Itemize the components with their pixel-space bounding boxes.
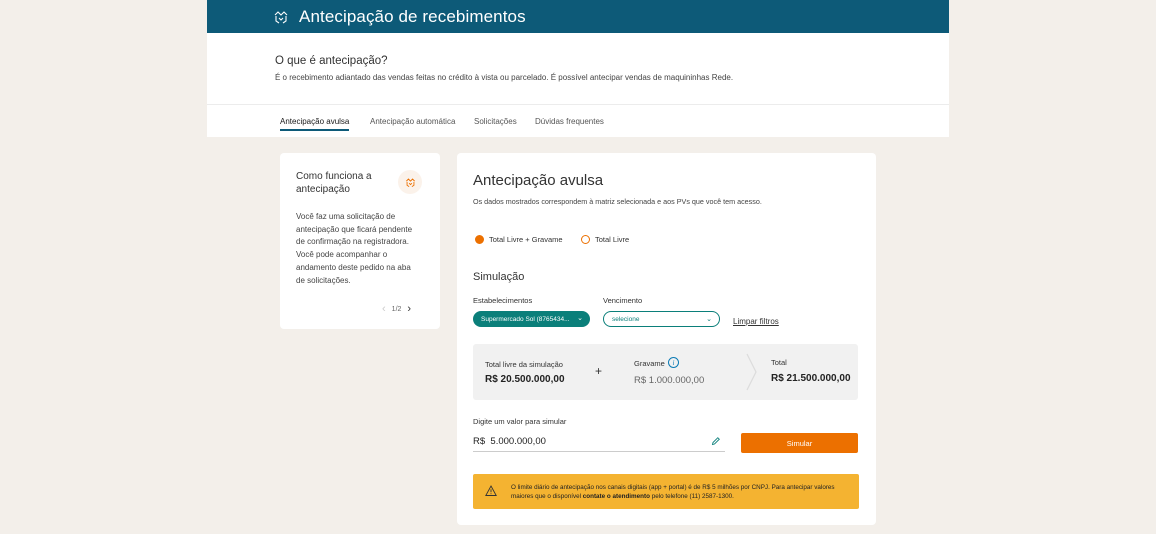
handshake-icon	[398, 170, 422, 194]
pager-indicator: 1/2	[391, 305, 402, 313]
limit-alert: O limite diário de antecipação nos canai…	[473, 474, 859, 509]
tab-duvidas-frequentes[interactable]: Dúvidas frequentes	[535, 117, 604, 126]
venc-select-value: selecione	[612, 315, 640, 323]
gravame-label: Gravame	[634, 359, 665, 368]
contact-support-text: contate o atendimento	[582, 493, 650, 501]
info-question: O que é antecipação?	[275, 55, 388, 67]
chevron-right-icon[interactable]: ›	[407, 303, 411, 315]
info-icon[interactable]: i	[668, 357, 679, 368]
info-section: O que é antecipação? É o recebimento adi…	[207, 33, 949, 104]
section-subtitle: Os dados mostrados correspondem à matriz…	[473, 197, 762, 206]
amount-input-label: Digite um valor para simular	[473, 417, 567, 426]
chevron-down-icon: ⌄	[577, 315, 583, 322]
clear-filters-link[interactable]: Limpar filtros	[733, 317, 779, 326]
amount-input[interactable]	[473, 432, 725, 452]
warning-icon	[485, 485, 497, 496]
simulate-button[interactable]: Simular	[741, 433, 858, 453]
section-title: Antecipação avulsa	[473, 172, 604, 189]
info-description: É o recebimento adiantado das vendas fei…	[275, 73, 734, 82]
total-value: R$ 21.500.000,00	[771, 373, 851, 384]
radio-total-livre[interactable]: Total Livre	[581, 235, 629, 244]
simulation-title: Simulação	[473, 271, 525, 283]
how-it-works-title: Como funciona a antecipação	[296, 171, 372, 195]
chevron-down-icon: ⌄	[706, 316, 712, 323]
summary-panel: Total livre da simulação R$ 20.500.000,0…	[473, 344, 858, 400]
tab-bar: Antecipação avulsa Antecipação automátic…	[207, 104, 949, 137]
radio-label: Total Livre	[595, 235, 630, 244]
header-bar: Antecipação de recebimentos	[207, 0, 949, 33]
radio-total-livre-gravame[interactable]: Total Livre + Gravame	[475, 235, 563, 244]
estab-label: Estabelecimentos	[473, 296, 533, 305]
radio-label: Total Livre + Gravame	[489, 235, 563, 244]
simulation-card: Antecipação avulsa Os dados mostrados co…	[457, 153, 876, 525]
tab-antecipacao-automatica[interactable]: Antecipação automática	[370, 117, 455, 126]
page-title: Antecipação de recebimentos	[299, 6, 526, 26]
estab-select-value: Supermercado Sol (8765434...	[481, 315, 570, 323]
chevron-left-icon[interactable]: ‹	[382, 303, 386, 315]
chevron-right-icon	[746, 353, 757, 391]
plus-sign: +	[595, 364, 603, 378]
tab-solicitacoes[interactable]: Solicitações	[474, 117, 517, 126]
pencil-icon[interactable]	[711, 436, 721, 446]
how-it-works-card: Como funciona a antecipação Você faz uma…	[280, 153, 440, 329]
free-total-label: Total livre da simulação	[485, 360, 563, 369]
venc-label: Vencimento	[603, 296, 643, 305]
card-pager: ‹ 1/2 ›	[382, 303, 411, 315]
radio-dot[interactable]	[581, 235, 590, 244]
gravame-value: R$ 1.000.000,00	[634, 375, 705, 386]
free-total-value: R$ 20.500.000,00	[485, 374, 565, 385]
alert-text: O limite diário de antecipação nos canai…	[511, 484, 835, 501]
how-it-works-body: Você faz uma solicitação de antecipação …	[296, 212, 413, 285]
handshake-icon	[273, 9, 289, 25]
estab-select[interactable]: Supermercado Sol (8765434... ⌄	[473, 311, 590, 327]
total-label: Total	[771, 358, 787, 367]
venc-select[interactable]: selecione ⌄	[603, 311, 720, 327]
tab-antecipacao-avulsa[interactable]: Antecipação avulsa	[280, 117, 350, 131]
radio-dot[interactable]	[475, 235, 484, 244]
